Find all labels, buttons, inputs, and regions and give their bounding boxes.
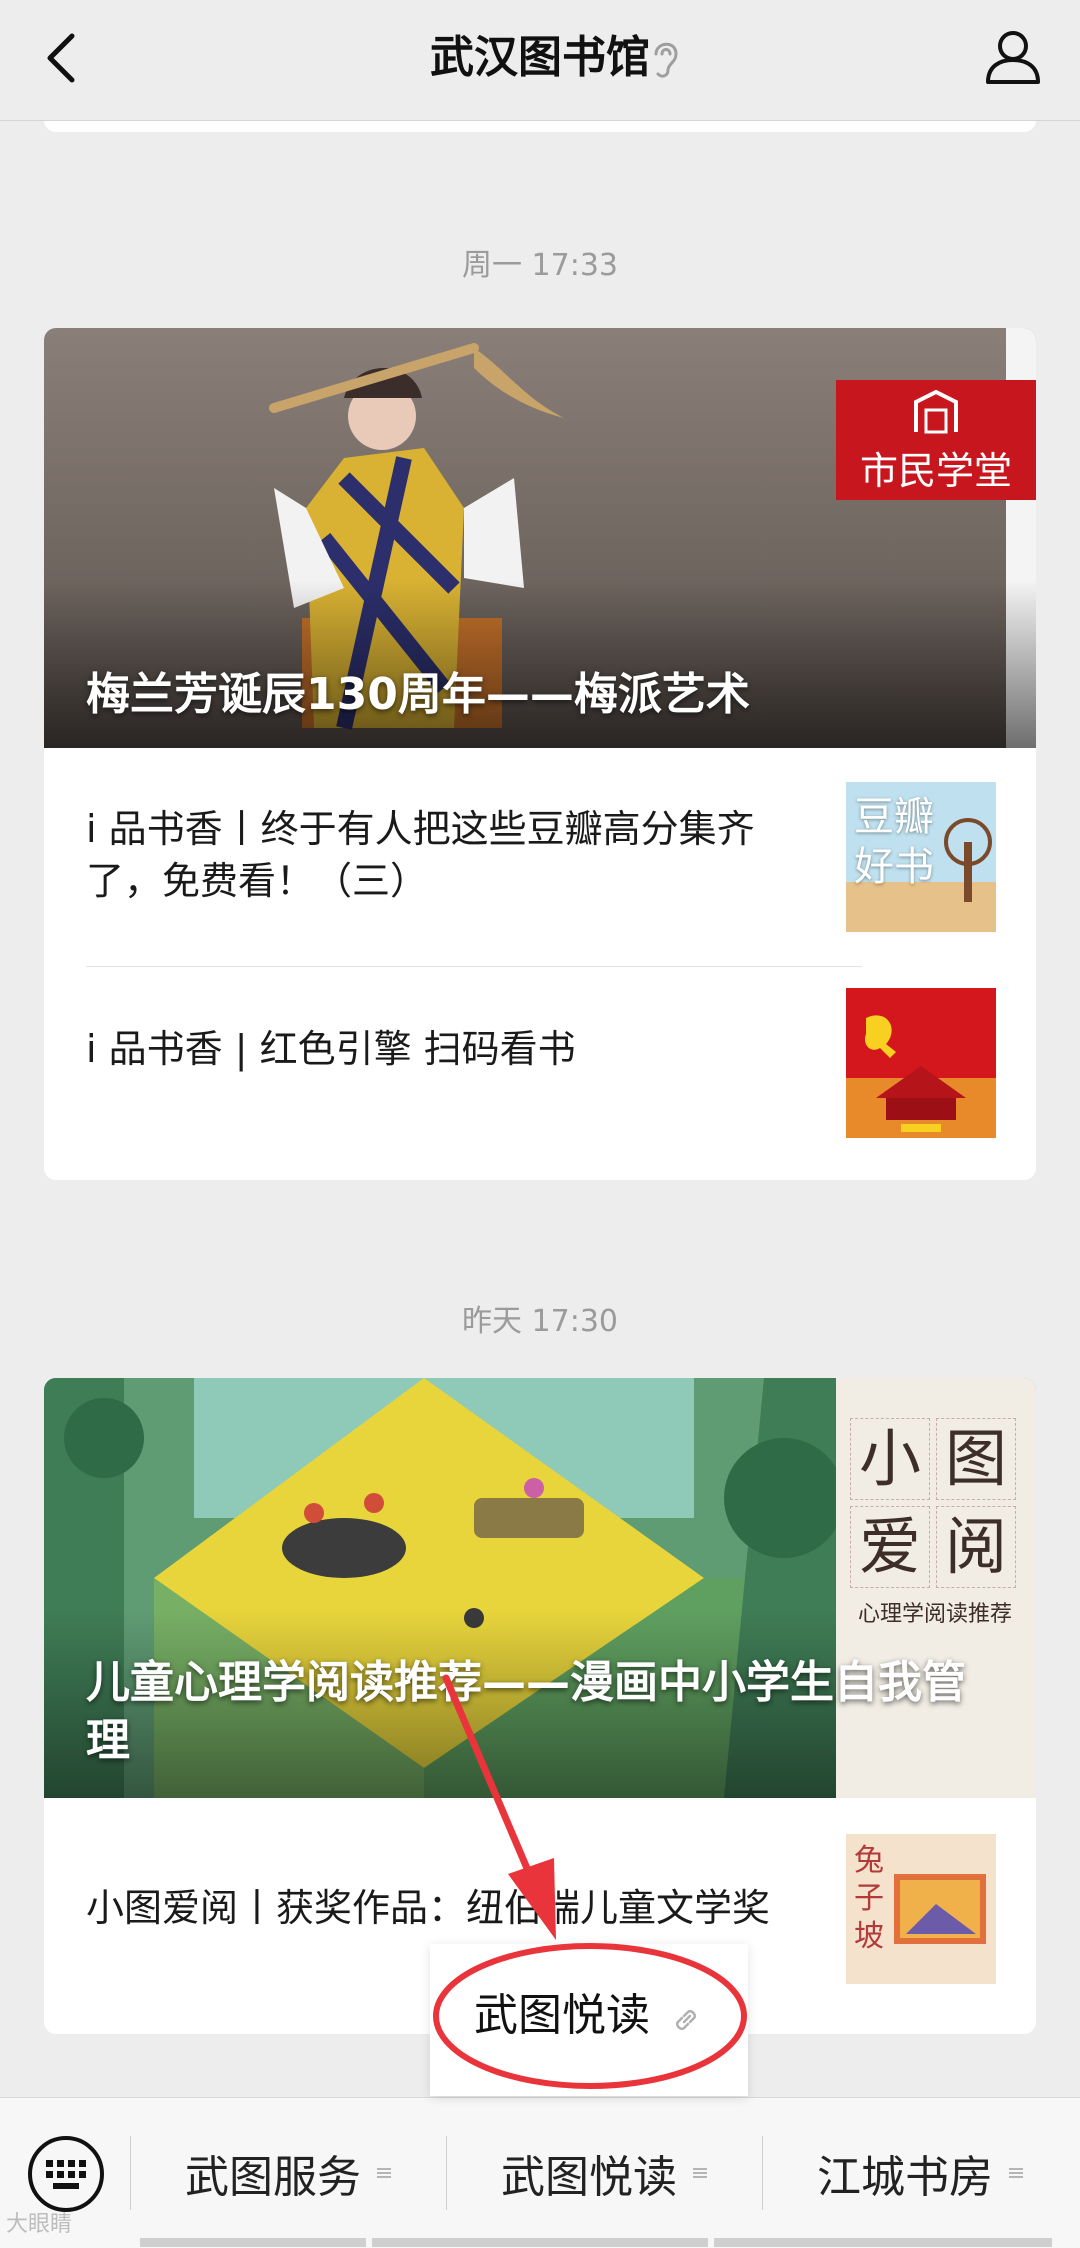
submenu-popup: 武图悦读 bbox=[430, 1944, 748, 2096]
menu-item-jiangcheng-shufang[interactable]: 江城书房 bbox=[762, 2098, 1078, 2248]
badge-subtitle: 心理学阅读推荐 bbox=[857, 1602, 1012, 1627]
menu-indicator bbox=[140, 2238, 366, 2247]
thumbnail-text: 兔子坡 bbox=[854, 1843, 884, 1954]
article-cover[interactable]: 市民学堂 梅兰芳诞辰130周年——梅派艺术 bbox=[44, 328, 1036, 748]
menu-indicator bbox=[372, 2238, 708, 2247]
article-list-item[interactable]: i 品书香丨终于有人把这些豆瓣高分集齐了，免费看！（三） 豆瓣好书 bbox=[86, 760, 996, 950]
badge-char: 图 bbox=[936, 1418, 1016, 1500]
ear-icon bbox=[654, 42, 678, 78]
article-title: i 品书香 | 红色引擎 扫码看书 bbox=[86, 1027, 576, 1071]
menu-item-wutu-fuwu[interactable]: 武图服务 bbox=[130, 2098, 446, 2248]
menu-indicator bbox=[714, 2238, 1052, 2247]
submenu-lines-icon bbox=[377, 2168, 391, 2178]
badge-char: 爱 bbox=[850, 1506, 930, 1588]
badge-char: 小 bbox=[850, 1418, 930, 1500]
menu-item-wutu-yuedu[interactable]: 武图悦读 bbox=[446, 2098, 762, 2248]
article-card: 市民学堂 梅兰芳诞辰130周年——梅派艺术 i 品书香丨终于有人把这些豆瓣高分集… bbox=[44, 328, 1036, 1180]
submenu-item-wutu-yuedu[interactable]: 武图悦读 bbox=[474, 1984, 650, 2048]
article-card: 小 图 爱 阅 心理学阅读推荐 儿童心理学阅读推荐——漫画中小学生自我管理 小图… bbox=[44, 1378, 1036, 2034]
article-thumbnail: 兔子坡 bbox=[846, 1834, 996, 1984]
watermark: 大眼睛 bbox=[6, 2212, 73, 2237]
link-icon bbox=[676, 2010, 696, 2030]
submenu-lines-icon bbox=[693, 2168, 707, 2178]
cover-badge: 小 图 爱 阅 心理学阅读推荐 bbox=[850, 1418, 1020, 1628]
person-icon[interactable] bbox=[982, 26, 1044, 88]
cover-badge: 市民学堂 bbox=[836, 380, 1036, 500]
article-cover[interactable]: 小 图 爱 阅 心理学阅读推荐 儿童心理学阅读推荐——漫画中小学生自我管理 bbox=[44, 1378, 1036, 1798]
message-timestamp: 昨天 17:30 bbox=[462, 1304, 618, 1339]
article-title: i 品书香丨终于有人把这些豆瓣高分集齐了，免费看！（三） bbox=[86, 807, 755, 903]
cover-title: 梅兰芳诞辰130周年——梅派艺术 bbox=[86, 669, 750, 720]
menu-item-label: 武图悦读 bbox=[501, 2152, 677, 2203]
badge-label: 市民学堂 bbox=[859, 449, 1012, 493]
library-logo-icon bbox=[914, 389, 958, 434]
thumbnail-text: 豆瓣好书 bbox=[854, 794, 934, 890]
article-thumbnail: 豆瓣好书 bbox=[846, 782, 996, 932]
message-timestamp: 周一 17:33 bbox=[462, 248, 618, 283]
article-list-item[interactable]: i 品书香 | 红色引擎 扫码看书 bbox=[86, 954, 996, 1144]
article-thumbnail bbox=[846, 988, 996, 1138]
badge-char: 阅 bbox=[936, 1506, 1016, 1588]
menu-item-label: 武图服务 bbox=[185, 2152, 361, 2203]
submenu-lines-icon bbox=[1009, 2168, 1023, 2178]
cover-title: 儿童心理学阅读推荐——漫画中小学生自我管理 bbox=[86, 1657, 966, 1766]
page-title: 武汉图书馆 bbox=[430, 32, 650, 83]
menu-item-label: 江城书房 bbox=[817, 2152, 993, 2203]
bottom-menu-bar: 武图服务 武图悦读 江城书房 bbox=[0, 2097, 1080, 2248]
keyboard-icon[interactable] bbox=[26, 2134, 106, 2214]
chat-header: 武汉图书馆 bbox=[0, 0, 1080, 121]
